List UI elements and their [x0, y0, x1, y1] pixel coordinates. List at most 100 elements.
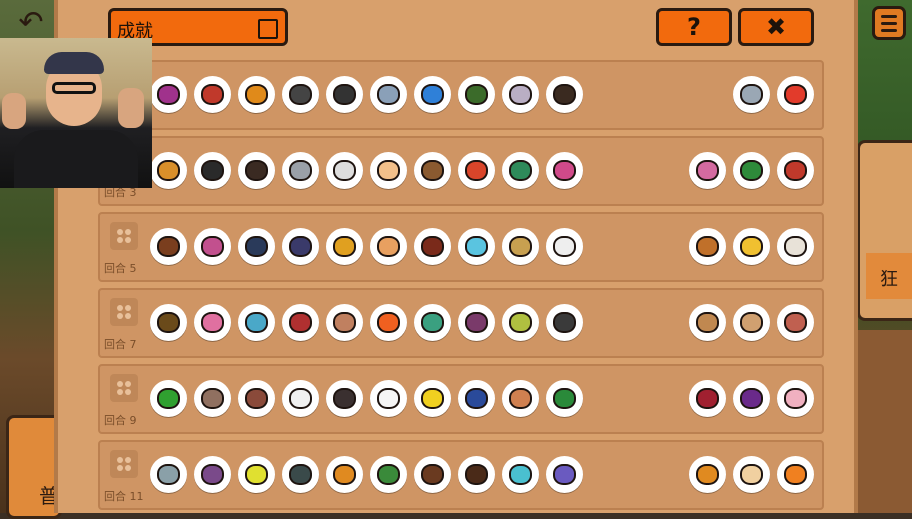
animal-icon[interactable] [546, 456, 583, 493]
back-arrow-icon[interactable]: ↶ [14, 6, 48, 40]
animal-icon[interactable] [150, 304, 187, 341]
animal-icon[interactable] [502, 304, 539, 341]
animal-icon[interactable] [370, 456, 407, 493]
animal-icon[interactable] [502, 380, 539, 417]
dice-pip [117, 237, 123, 243]
food-icon[interactable] [733, 228, 770, 265]
animal-icon[interactable] [414, 76, 451, 113]
checkbox-icon[interactable] [258, 19, 278, 39]
webcam-person-hand-left [2, 93, 26, 129]
animal-icon[interactable] [282, 380, 319, 417]
animal-icon[interactable] [414, 456, 451, 493]
animal-icon[interactable] [238, 228, 275, 265]
webcam-person-glasses [52, 82, 96, 94]
animal-icon[interactable] [458, 228, 495, 265]
animal-icon[interactable] [546, 228, 583, 265]
animal-icon[interactable] [282, 76, 319, 113]
animal-icon[interactable] [326, 304, 363, 341]
food-icon[interactable] [689, 152, 726, 189]
animal-icon[interactable] [502, 152, 539, 189]
animal-icon[interactable] [326, 76, 363, 113]
webcam-overlay [0, 38, 152, 188]
animal-icons [150, 380, 583, 417]
animal-icon[interactable] [194, 380, 231, 417]
food-icons [733, 76, 814, 113]
animal-icon[interactable] [370, 228, 407, 265]
animal-icon[interactable] [546, 152, 583, 189]
food-icon[interactable] [777, 152, 814, 189]
animal-icon[interactable] [458, 152, 495, 189]
animal-icon[interactable] [370, 152, 407, 189]
animal-icon[interactable] [282, 304, 319, 341]
webcam-person-torso [14, 130, 138, 188]
animal-icon[interactable] [414, 152, 451, 189]
animal-icon[interactable] [546, 304, 583, 341]
food-icon[interactable] [689, 380, 726, 417]
help-button[interactable]: ? [656, 8, 732, 46]
food-icon[interactable] [777, 380, 814, 417]
animal-icon[interactable] [502, 76, 539, 113]
menu-button[interactable] [872, 6, 906, 40]
animal-icon[interactable] [194, 228, 231, 265]
food-icon[interactable] [733, 456, 770, 493]
animal-icon[interactable] [458, 380, 495, 417]
animal-icon[interactable] [458, 304, 495, 341]
animal-icon[interactable] [194, 304, 231, 341]
animal-icon[interactable] [238, 304, 275, 341]
animal-icon[interactable] [502, 228, 539, 265]
animal-icon[interactable] [326, 152, 363, 189]
food-icon[interactable] [777, 76, 814, 113]
animal-icon[interactable] [150, 380, 187, 417]
animal-icon[interactable] [458, 456, 495, 493]
animal-icon[interactable] [238, 456, 275, 493]
animal-icon[interactable] [194, 456, 231, 493]
animal-icon[interactable] [150, 228, 187, 265]
animal-icon[interactable] [194, 76, 231, 113]
animal-icon[interactable] [326, 228, 363, 265]
animal-icon[interactable] [238, 380, 275, 417]
animal-icon[interactable] [282, 456, 319, 493]
animal-icons [150, 228, 583, 265]
animal-icon[interactable] [238, 76, 275, 113]
food-icon[interactable] [689, 228, 726, 265]
menu-line [881, 21, 897, 25]
animal-icon[interactable] [282, 152, 319, 189]
animal-icon[interactable] [194, 152, 231, 189]
food-icon[interactable] [733, 76, 770, 113]
close-button[interactable]: ✖ [738, 8, 814, 46]
animal-icon[interactable] [326, 456, 363, 493]
dice-icon [110, 450, 138, 478]
animal-icon[interactable] [414, 304, 451, 341]
achievement-row: 回合 11 [98, 440, 824, 510]
animal-icon[interactable] [370, 76, 407, 113]
achievements-panel: 成就 ? ✖ 回合 3 回合 5 回合 7 回合 9 回合 11 [54, 0, 858, 513]
animal-icon[interactable] [546, 76, 583, 113]
animal-icons [150, 76, 583, 113]
animal-icon[interactable] [502, 456, 539, 493]
animal-icon[interactable] [282, 228, 319, 265]
food-icon[interactable] [733, 380, 770, 417]
animal-icon[interactable] [414, 380, 451, 417]
animal-icon[interactable] [150, 76, 187, 113]
food-icon[interactable] [777, 304, 814, 341]
food-icon[interactable] [689, 456, 726, 493]
animal-icon[interactable] [546, 380, 583, 417]
animal-icon[interactable] [370, 380, 407, 417]
food-icon[interactable] [733, 152, 770, 189]
food-icon[interactable] [777, 456, 814, 493]
dice-pip [125, 457, 131, 463]
animal-icon[interactable] [458, 76, 495, 113]
animal-icon[interactable] [150, 152, 187, 189]
animal-icon[interactable] [150, 456, 187, 493]
food-icon[interactable] [733, 304, 770, 341]
side-card-right-text: 狂 [880, 269, 898, 290]
animal-icon[interactable] [238, 152, 275, 189]
food-icon[interactable] [689, 304, 726, 341]
animal-icon[interactable] [414, 228, 451, 265]
food-icon[interactable] [777, 228, 814, 265]
animal-icon[interactable] [370, 304, 407, 341]
dice-pip [117, 465, 123, 471]
animal-icon[interactable] [326, 380, 363, 417]
side-card-right[interactable]: 狂 [857, 140, 912, 321]
round-label: 回合 5 [104, 262, 137, 275]
